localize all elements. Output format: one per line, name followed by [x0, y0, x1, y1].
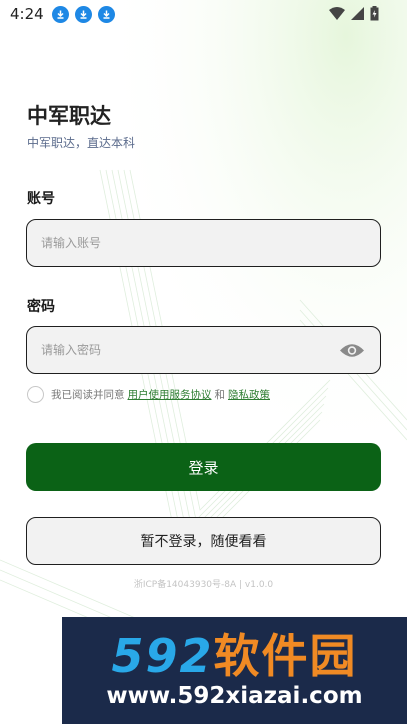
login-screen: 中军职达 中军职达，直达本科 账号 密码 我已阅读并同意 用户使用服务协议 和 …: [0, 0, 407, 724]
agreement-checkbox[interactable]: [27, 386, 44, 403]
download-icon: [51, 5, 69, 23]
agreement-row: 我已阅读并同意 用户使用服务协议 和 隐私政策: [27, 386, 273, 403]
app-subtitle: 中军职达，直达本科: [27, 136, 136, 150]
password-field[interactable]: [26, 326, 381, 374]
eye-icon[interactable]: [338, 340, 366, 360]
agreement-and: 和: [214, 389, 226, 401]
terms-link[interactable]: 用户使用服务协议: [128, 387, 212, 402]
account-field[interactable]: [26, 219, 381, 267]
agreement-prefix: 我已阅读并同意: [51, 389, 125, 401]
app-title: 中军职达: [27, 104, 111, 128]
icp-footer: 浙ICP备14043930号-8A | v1.0.0: [133, 580, 274, 590]
guest-browse-button[interactable]: 暂不登录，随便看看: [26, 517, 381, 565]
wifi-icon: [329, 7, 345, 20]
signal-icon: [351, 7, 364, 20]
account-label: 账号: [27, 191, 55, 207]
watermark-logo-number: 592: [111, 628, 214, 683]
watermark-logo-text: 软件园: [213, 628, 358, 683]
watermark-logo: 592软件园: [111, 631, 357, 681]
status-time: 4:24: [10, 5, 44, 23]
status-bar: 4:24: [0, 0, 407, 28]
privacy-link[interactable]: 隐私政策: [228, 387, 270, 402]
download-icon: [74, 5, 92, 23]
login-button[interactable]: 登录: [26, 443, 381, 491]
password-label: 密码: [27, 299, 55, 315]
account-input[interactable]: [41, 236, 366, 250]
watermark-overlay: 592软件园 www.592xiazai.com: [62, 617, 407, 724]
battery-icon: [370, 6, 379, 21]
watermark-url: www.592xiazai.com: [106, 682, 363, 709]
password-input[interactable]: [41, 343, 338, 357]
download-icon: [97, 5, 115, 23]
